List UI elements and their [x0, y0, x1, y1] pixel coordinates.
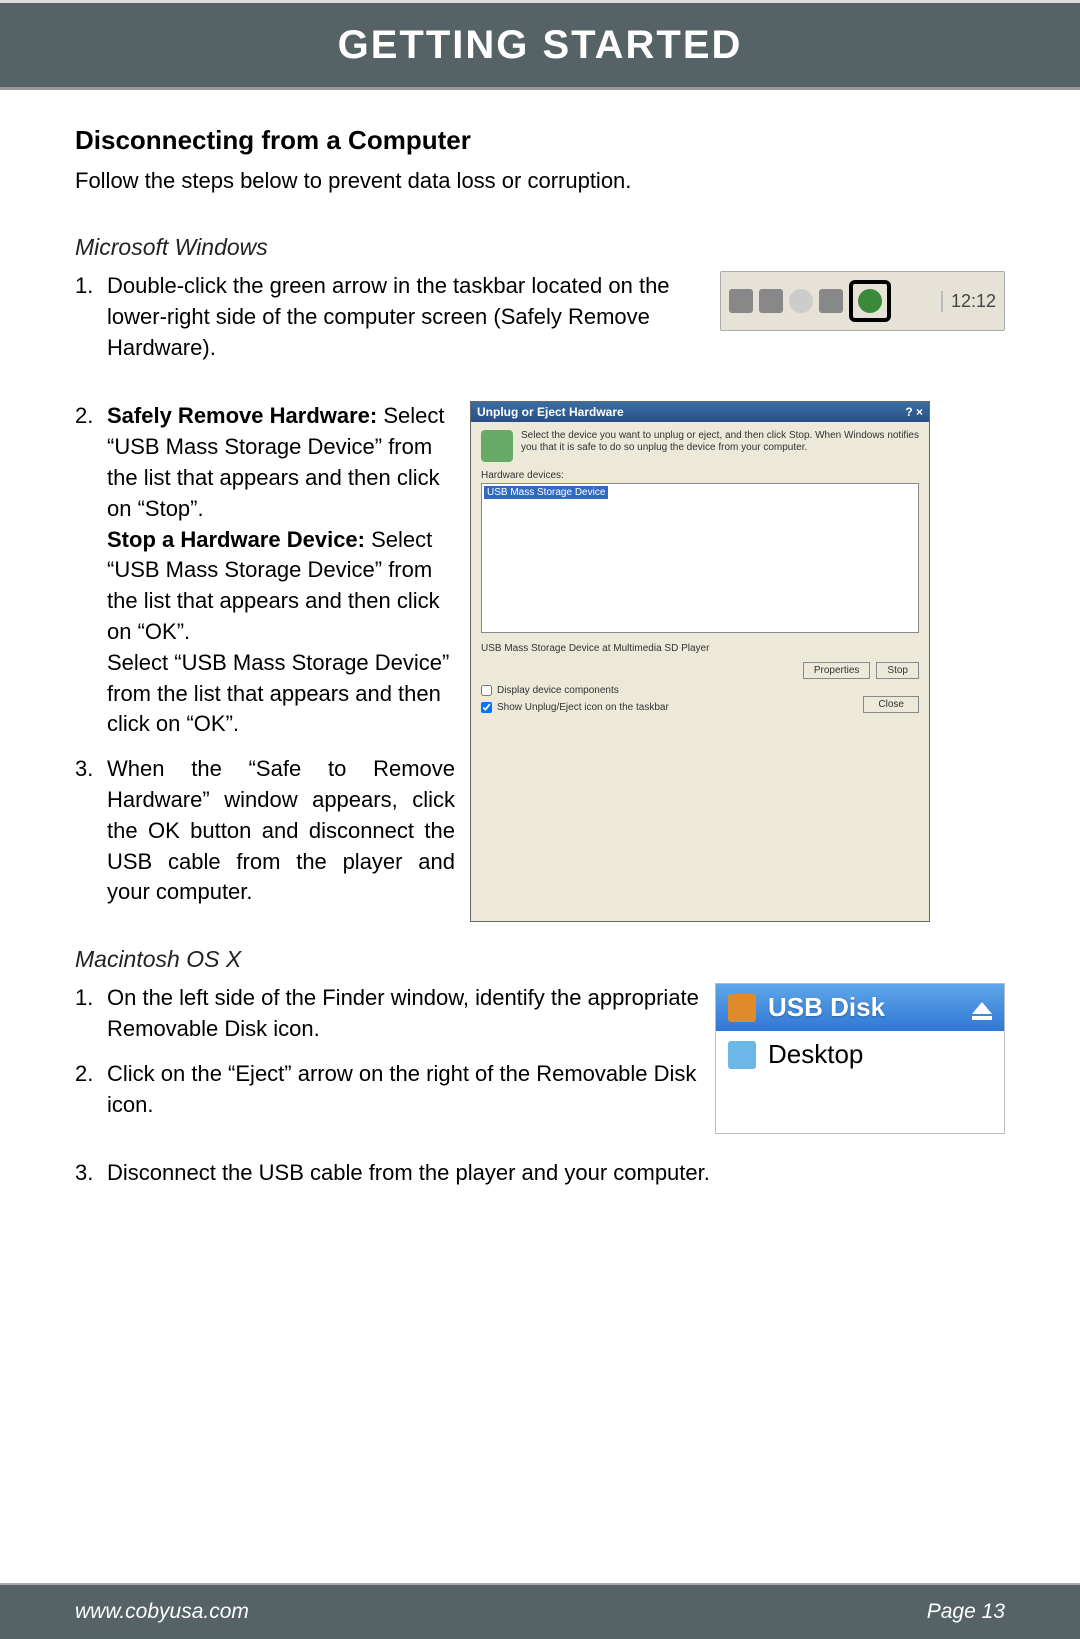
- footer-url: www.cobyusa.com: [75, 1600, 249, 1624]
- dialog-note: Select the device you want to unplug or …: [521, 430, 919, 462]
- list-item: 3. When the “Safe to Remove Hardware” wi…: [75, 754, 455, 908]
- page-header: GETTING STARTED: [0, 0, 1080, 90]
- dialog-list-item: USB Mass Storage Device: [484, 486, 608, 499]
- properties-button: Properties: [803, 662, 871, 679]
- tray-icon: [789, 289, 813, 313]
- dialog-titlebar: Unplug or Eject Hardware ? ×: [471, 402, 929, 422]
- footer-page: Page 13: [927, 1600, 1005, 1624]
- list-item: 2. Safely Remove Hardware: Select “USB M…: [75, 401, 455, 740]
- step-text: Double-click the green arrow in the task…: [107, 271, 705, 363]
- windows-step2-3-row: 2. Safely Remove Hardware: Select “USB M…: [75, 401, 1005, 922]
- step-number: 3.: [75, 754, 107, 908]
- dialog-checkbox: Show Unplug/Eject icon on the taskbar: [481, 702, 669, 713]
- mac-steps: 1. On the left side of the Finder window…: [75, 983, 700, 1134]
- windows-subheading: Microsoft Windows: [75, 234, 1005, 261]
- list-item: 1. On the left side of the Finder window…: [75, 983, 700, 1045]
- list-item: 2. Click on the “Eject” arrow on the rig…: [75, 1059, 700, 1121]
- dialog-icon: [481, 430, 513, 462]
- dialog-top: Select the device you want to unplug or …: [481, 430, 919, 462]
- windows-steps-part1: 1. Double-click the green arrow in the t…: [75, 271, 705, 377]
- dialog-desc: USB Mass Storage Device at Multimedia SD…: [481, 643, 919, 654]
- safely-remove-icon: [858, 289, 882, 313]
- safely-remove-dialog: Unplug or Eject Hardware ? × Select the …: [470, 401, 930, 922]
- checkbox-label: Show Unplug/Eject icon on the taskbar: [497, 702, 669, 713]
- drive-icon: [728, 994, 756, 1022]
- close-button: Close: [863, 696, 919, 713]
- section-intro: Follow the steps below to prevent data l…: [75, 168, 1005, 194]
- window-controls: ? ×: [905, 405, 923, 419]
- step-text: Disconnect the USB cable from the player…: [107, 1158, 1005, 1189]
- desktop-icon: [728, 1041, 756, 1069]
- list-item: 3. Disconnect the USB cable from the pla…: [75, 1158, 1005, 1189]
- mac-step3: 3. Disconnect the USB cable from the pla…: [75, 1158, 1005, 1189]
- page-title: GETTING STARTED: [338, 23, 743, 68]
- step-number: 3.: [75, 1158, 107, 1189]
- dialog-listbox: USB Mass Storage Device: [481, 483, 919, 633]
- dialog-title: Unplug or Eject Hardware: [477, 405, 624, 419]
- step-number: 2.: [75, 1059, 107, 1121]
- step-seg: Select “USB Mass Storage Device” from th…: [107, 650, 449, 737]
- step-number: 1.: [75, 983, 107, 1045]
- checkbox: [481, 702, 492, 713]
- dialog-list-label: Hardware devices:: [481, 470, 919, 481]
- dialog-checkbox: Display device components: [481, 685, 669, 696]
- finder-screenshot: USB Disk Desktop: [715, 983, 1005, 1134]
- step-text: Click on the “Eject” arrow on the right …: [107, 1059, 700, 1121]
- dialog-body: Select the device you want to unplug or …: [471, 422, 929, 721]
- windows-steps-part2: 2. Safely Remove Hardware: Select “USB M…: [75, 401, 455, 922]
- mac-subheading: Macintosh OS X: [75, 946, 1005, 973]
- finder-desktop-row: Desktop: [716, 1031, 1004, 1078]
- checkbox-label: Display device components: [497, 685, 619, 696]
- step-text: On the left side of the Finder window, i…: [107, 983, 700, 1045]
- dialog-buttons: Properties Stop: [481, 662, 919, 679]
- step-text: Safely Remove Hardware: Select “USB Mass…: [107, 401, 455, 740]
- dialog-bottom: Display device components Show Unplug/Ej…: [481, 679, 919, 713]
- eject-icon: [972, 1002, 992, 1014]
- finder-desktop-label: Desktop: [768, 1039, 863, 1070]
- list-item: 1. Double-click the green arrow in the t…: [75, 271, 705, 363]
- taskbar-clock: 12:12: [941, 291, 996, 312]
- tray-icon: [729, 289, 753, 313]
- tray-icon: [819, 289, 843, 313]
- page-footer: www.cobyusa.com Page 13: [0, 1583, 1080, 1639]
- page-content: Disconnecting from a Computer Follow the…: [0, 90, 1080, 1189]
- windows-step1-row: 1. Double-click the green arrow in the t…: [75, 271, 1005, 377]
- section-heading: Disconnecting from a Computer: [75, 125, 1005, 156]
- checkbox: [481, 685, 492, 696]
- tray-icon: [759, 289, 783, 313]
- step-number: 1.: [75, 271, 107, 363]
- step-bold: Stop a Hardware Device:: [107, 527, 365, 552]
- step-text: When the “Safe to Remove Hardware” windo…: [107, 754, 455, 908]
- finder-usb-label: USB Disk: [768, 992, 885, 1023]
- mac-row: 1. On the left side of the Finder window…: [75, 983, 1005, 1134]
- safely-remove-highlight: [849, 280, 891, 322]
- finder-usb-row: USB Disk: [716, 984, 1004, 1031]
- step-bold: Safely Remove Hardware:: [107, 403, 377, 428]
- step-number: 2.: [75, 401, 107, 740]
- stop-button: Stop: [876, 662, 919, 679]
- taskbar-screenshot: 12:12: [720, 271, 1005, 331]
